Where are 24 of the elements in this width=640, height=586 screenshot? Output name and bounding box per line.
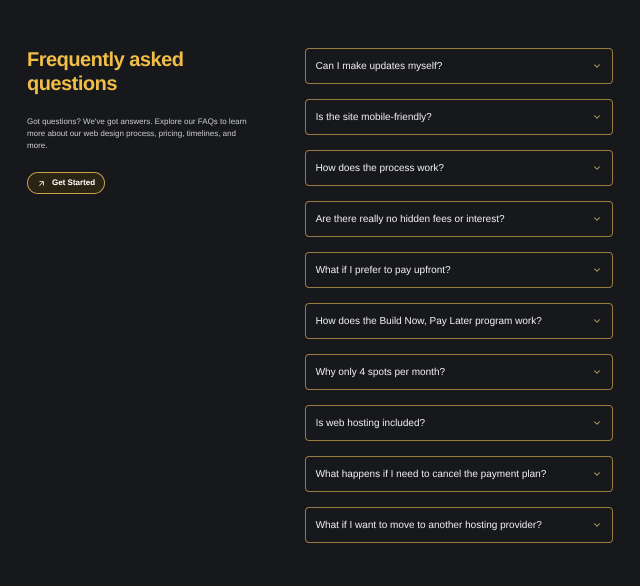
faq-item[interactable]: Are there really no hidden fees or interest? [304,201,613,237]
faq-question: Why only 4 spots per month? [316,366,446,380]
faq-item[interactable]: Can I make updates myself? [304,48,613,84]
faq-item[interactable]: Is web hosting included? [304,405,613,441]
arrow-icon [37,178,46,188]
faq-question: Is web hosting included? [316,416,426,430]
faq-item[interactable]: Is the site mobile-friendly? [304,99,613,135]
faq-question: Is the site mobile-friendly? [316,110,432,124]
faq-question: What happens if I need to cancel the payment plan? [316,468,546,482]
faq-question: Are there really no hidden fees or interest? [316,212,505,226]
faq-question: How does the process work? [316,162,444,176]
faq-question: Can I make updates myself? [316,60,442,74]
faq-question: What if I prefer to pay upfront? [316,264,451,278]
faq-item[interactable]: What if I prefer to pay upfront? [304,252,613,288]
get-started-button[interactable]: Get Started [27,172,106,194]
faq-question: What if I want to move to another hosting provider? [316,518,542,532]
faq-item[interactable]: Why only 4 spots per month? [304,354,613,390]
intro-text: Got questions? We've got answers. Explore our FAQs to learn more about our web design process, pricing, timelines, and more. [27,116,248,152]
faq-question: How does the Build Now, Pay Later program work? [316,314,542,328]
faq-item[interactable]: What happens if I need to cancel the payment plan? [304,456,613,492]
page-heading: Frequently asked questions [27,48,185,96]
faq-item[interactable]: How does the process work? [304,150,613,186]
faq-item[interactable]: How does the Build Now, Pay Later program work? [304,303,613,339]
faq-item[interactable]: What if I want to move to another hosting provider? [304,507,613,543]
